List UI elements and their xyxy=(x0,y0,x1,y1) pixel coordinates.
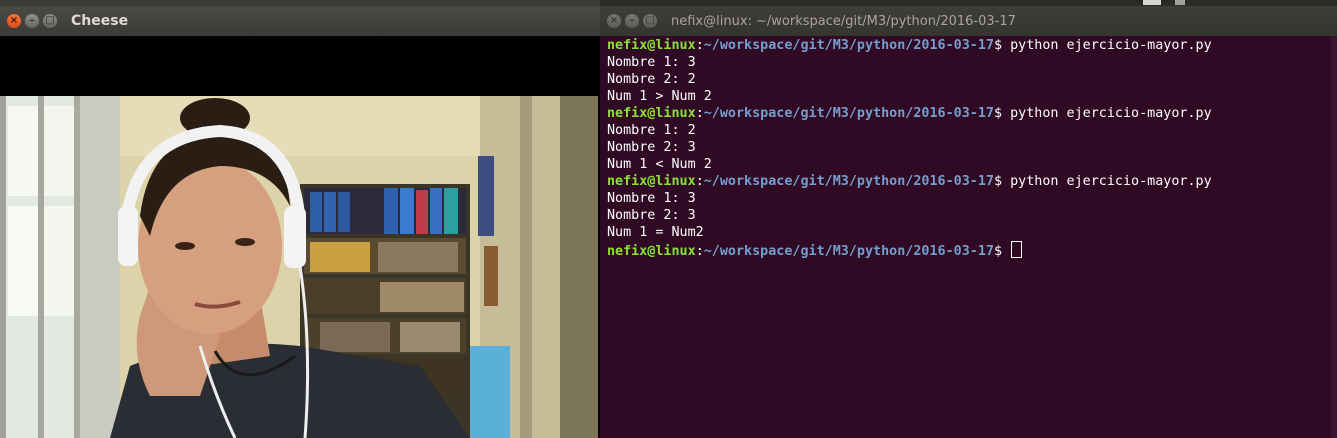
webcam-preview xyxy=(0,96,598,438)
terminal-output[interactable]: nefix@linux:~/workspace/git/M3/python/20… xyxy=(607,37,1327,438)
terminal-titlebar[interactable]: × – □ nefix@linux: ~/workspace/git/M3/py… xyxy=(600,6,1337,36)
prompt-separator: : xyxy=(695,244,704,259)
prompt-path: ~/workspace/git/M3/python/2016-03-17 xyxy=(703,174,994,189)
command-text: python ejercicio-mayor.py xyxy=(1010,106,1212,121)
terminal-output-line: Nombre 1: 2 xyxy=(607,123,696,138)
cheese-window: × – □ Cheese xyxy=(0,6,600,438)
terminal-prompt-line: nefix@linux:~/workspace/git/M3/python/20… xyxy=(607,105,1327,122)
prompt-symbol: $ xyxy=(993,244,1011,259)
prompt-user: nefix@linux xyxy=(607,38,696,53)
prompt-path: ~/workspace/git/M3/python/2016-03-17 xyxy=(703,244,994,259)
prompt-symbol: $ xyxy=(993,106,1011,121)
cheese-window-controls: × – □ xyxy=(7,14,57,28)
minimize-icon[interactable]: – xyxy=(25,14,39,28)
minimize-icon[interactable]: – xyxy=(625,14,639,28)
terminal-window: × – □ nefix@linux: ~/workspace/git/M3/py… xyxy=(600,6,1337,438)
terminal-prompt-line: nefix@linux:~/workspace/git/M3/python/20… xyxy=(607,37,1327,54)
terminal-scrollbar[interactable] xyxy=(1331,36,1337,438)
terminal-window-controls: × – □ xyxy=(607,14,657,28)
prompt-symbol: $ xyxy=(993,174,1011,189)
terminal-output-line: Num 1 < Num 2 xyxy=(607,157,712,172)
command-text: python ejercicio-mayor.py xyxy=(1010,174,1212,189)
terminal-output-line: Nombre 2: 3 xyxy=(607,140,696,155)
terminal-cursor xyxy=(1011,241,1023,258)
prompt-user: nefix@linux xyxy=(607,174,696,189)
prompt-separator: : xyxy=(695,174,704,189)
window-title: Cheese xyxy=(71,13,129,29)
panel-indicator[interactable] xyxy=(1143,0,1161,5)
terminal-prompt-line: nefix@linux:~/workspace/git/M3/python/20… xyxy=(607,241,1327,259)
maximize-icon[interactable]: □ xyxy=(643,14,657,28)
terminal-output-line: Nombre 1: 3 xyxy=(607,191,696,206)
terminal-output-line: Nombre 1: 3 xyxy=(607,55,696,70)
command-text: python ejercicio-mayor.py xyxy=(1010,38,1212,53)
prompt-separator: : xyxy=(695,106,704,121)
cheese-titlebar[interactable]: × – □ Cheese xyxy=(0,6,600,36)
prompt-path: ~/workspace/git/M3/python/2016-03-17 xyxy=(703,106,994,121)
webcam-image xyxy=(0,96,598,438)
prompt-symbol: $ xyxy=(993,38,1011,53)
prompt-user: nefix@linux xyxy=(607,244,696,259)
terminal-output-line: Num 1 = Num2 xyxy=(607,225,704,240)
terminal-output-line: Num 1 > Num 2 xyxy=(607,89,712,104)
window-title: nefix@linux: ~/workspace/git/M3/python/2… xyxy=(671,13,1016,29)
close-icon[interactable]: × xyxy=(607,14,621,28)
terminal-output-line: Nombre 2: 3 xyxy=(607,208,696,223)
prompt-user: nefix@linux xyxy=(607,106,696,121)
maximize-icon[interactable]: □ xyxy=(43,14,57,28)
terminal-output-line: Nombre 2: 2 xyxy=(607,72,696,87)
prompt-separator: : xyxy=(695,38,704,53)
prompt-path: ~/workspace/git/M3/python/2016-03-17 xyxy=(703,38,994,53)
terminal-prompt-line: nefix@linux:~/workspace/git/M3/python/20… xyxy=(607,173,1327,190)
close-icon[interactable]: × xyxy=(7,14,21,28)
panel-indicator[interactable] xyxy=(1175,0,1185,5)
